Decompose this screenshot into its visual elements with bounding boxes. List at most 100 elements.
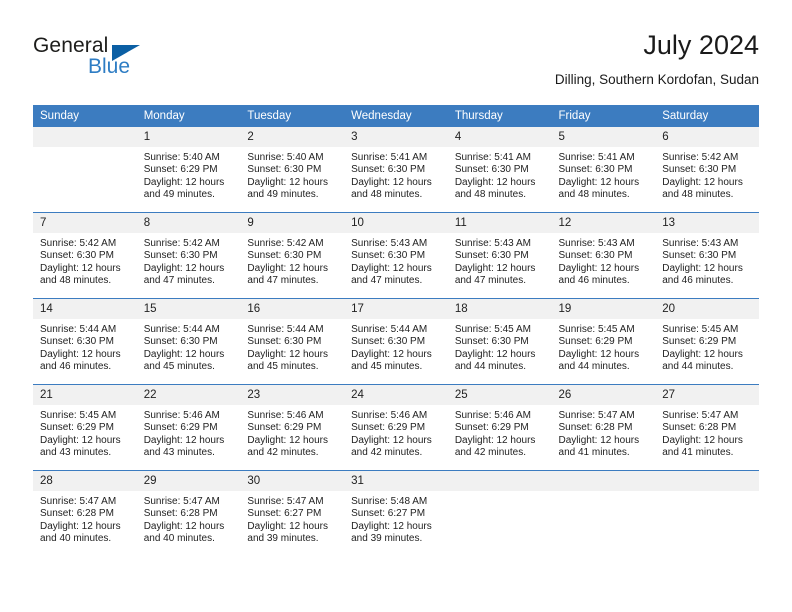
day-details: Sunrise: 5:46 AM Sunset: 6:29 PM Daylight:… <box>137 405 241 460</box>
daylight-text-line1: Daylight: 12 hours <box>351 434 432 446</box>
sunrise-text: Sunrise: 5:40 AM <box>143 152 220 163</box>
daylight-text-line2: and 40 minutes. <box>40 533 112 545</box>
day-cell-body: 16 Sunrise: 5:44 AM Sunset: 6:30 PM Dayligh… <box>240 299 345 384</box>
day-number: 5 <box>551 127 656 147</box>
daylight-text-line1: Daylight: 12 hours <box>351 262 432 274</box>
sunrise-text: Sunrise: 5:45 AM <box>454 324 531 335</box>
daylight-text-line1: Daylight: 12 hours <box>662 434 743 446</box>
daylight-text-line2: and 44 minutes. <box>558 361 630 373</box>
calendar-day-cell[interactable]: 25 Sunrise: 5:46 AM Sunset: 6:29 PM Dayligh… <box>447 384 552 471</box>
calendar-day-cell[interactable]: 1 Sunrise: 5:40 AM Sunset: 6:29 PM Daylight… <box>136 127 241 213</box>
day-number: 9 <box>240 213 345 233</box>
daylight-text-line1: Daylight: 12 hours <box>143 520 225 532</box>
daylight-text-line1: Daylight: 12 hours <box>247 434 329 446</box>
calendar-day-cell[interactable]: 16 Sunrise: 5:44 AM Sunset: 6:30 PM Dayligh… <box>240 298 345 385</box>
day-cell-body: 22 Sunrise: 5:46 AM Sunset: 6:29 PM Dayligh… <box>136 385 241 470</box>
day-cell-body: 19 Sunrise: 5:45 AM Sunset: 6:29 PM Dayligh… <box>551 299 656 384</box>
day-number: 19 <box>551 299 656 319</box>
calendar-day-cell[interactable]: 31 Sunrise: 5:48 AM Sunset: 6:27 PM Dayligh… <box>344 470 448 556</box>
calendar-day-cell[interactable]: 3 Sunrise: 5:41 AM Sunset: 6:30 PM Daylight… <box>344 127 448 213</box>
sunrise-text: Sunrise: 5:45 AM <box>662 324 739 335</box>
daylight-text-line2: and 45 minutes. <box>351 361 423 373</box>
calendar-day-cell[interactable]: 7 Sunrise: 5:42 AM Sunset: 6:30 PM Daylight… <box>33 212 137 299</box>
day-number: 13 <box>655 213 759 233</box>
daylight-text-line2: and 46 minutes. <box>40 361 112 373</box>
day-number: 25 <box>447 385 552 405</box>
daylight-text-line2: and 39 minutes. <box>351 533 423 545</box>
calendar-day-cell[interactable]: 27 Sunrise: 5:47 AM Sunset: 6:28 PM Dayligh… <box>655 384 759 471</box>
calendar-day-cell[interactable]: 9 Sunrise: 5:42 AM Sunset: 6:30 PM Daylight… <box>240 212 345 299</box>
calendar-day-cell[interactable]: 18 Sunrise: 5:45 AM Sunset: 6:30 PM Dayligh… <box>447 298 552 385</box>
calendar-day-cell[interactable]: 6 Sunrise: 5:42 AM Sunset: 6:30 PM Daylight… <box>655 127 759 213</box>
day-details: Sunrise: 5:45 AM Sunset: 6:29 PM Daylight:… <box>655 319 759 374</box>
daylight-text-line1: Daylight: 12 hours <box>143 348 225 360</box>
brand-logo[interactable]: General Blue <box>33 34 163 86</box>
sunset-text: Sunset: 6:30 PM <box>247 164 322 176</box>
day-number: 27 <box>655 385 759 405</box>
day-details: Sunrise: 5:46 AM Sunset: 6:29 PM Daylight:… <box>344 405 448 460</box>
daylight-text-line2: and 40 minutes. <box>143 533 215 545</box>
calendar-day-cell[interactable]: 24 Sunrise: 5:46 AM Sunset: 6:29 PM Dayligh… <box>344 384 448 471</box>
sunset-text: Sunset: 6:30 PM <box>351 336 426 348</box>
calendar-day-cell[interactable]: 5 Sunrise: 5:41 AM Sunset: 6:30 PM Daylight… <box>551 127 656 213</box>
calendar-day-cell[interactable]: 17 Sunrise: 5:44 AM Sunset: 6:30 PM Dayligh… <box>344 298 448 385</box>
day-number: 7 <box>33 213 137 233</box>
day-details: Sunrise: 5:44 AM Sunset: 6:30 PM Daylight:… <box>137 319 241 374</box>
calendar-day-cell[interactable]: 20 Sunrise: 5:45 AM Sunset: 6:29 PM Dayligh… <box>655 298 759 385</box>
calendar-day-cell[interactable]: 8 Sunrise: 5:42 AM Sunset: 6:30 PM Daylight… <box>136 212 241 299</box>
daylight-text-line2: and 43 minutes. <box>40 447 112 459</box>
calendar-day-cell[interactable]: 23 Sunrise: 5:46 AM Sunset: 6:29 PM Dayligh… <box>240 384 345 471</box>
day-cell-body: 5 Sunrise: 5:41 AM Sunset: 6:30 PM Daylight… <box>551 127 656 212</box>
daylight-text-line1: Daylight: 12 hours <box>351 348 432 360</box>
day-cell-body: 2 Sunrise: 5:40 AM Sunset: 6:30 PM Daylight… <box>240 127 345 212</box>
sunset-text: Sunset: 6:28 PM <box>40 508 114 520</box>
page-header: General Blue July 2024 Dilling, Southern… <box>33 28 759 98</box>
sunrise-text: Sunrise: 5:47 AM <box>40 496 117 507</box>
day-details <box>33 147 137 152</box>
calendar-day-cell[interactable]: 30 Sunrise: 5:47 AM Sunset: 6:27 PM Dayligh… <box>240 470 345 556</box>
calendar-day-cell[interactable]: 4 Sunrise: 5:41 AM Sunset: 6:30 PM Daylight… <box>447 127 552 213</box>
calendar-day-cell[interactable]: 10 Sunrise: 5:43 AM Sunset: 6:30 PM Dayligh… <box>344 212 448 299</box>
day-details: Sunrise: 5:47 AM Sunset: 6:28 PM Daylight:… <box>655 405 759 460</box>
day-cell-body: 29 Sunrise: 5:47 AM Sunset: 6:28 PM Dayligh… <box>136 471 241 556</box>
day-number: 10 <box>344 213 448 233</box>
daylight-text-line2: and 46 minutes. <box>558 275 630 287</box>
sunset-text: Sunset: 6:30 PM <box>351 164 426 176</box>
day-cell-body: 24 Sunrise: 5:46 AM Sunset: 6:29 PM Dayligh… <box>344 385 448 470</box>
calendar-day-cell[interactable]: 2 Sunrise: 5:40 AM Sunset: 6:30 PM Daylight… <box>240 127 345 213</box>
day-details: Sunrise: 5:42 AM Sunset: 6:30 PM Daylight:… <box>137 233 241 288</box>
day-number: 21 <box>33 385 137 405</box>
calendar-day-cell[interactable]: 13 Sunrise: 5:43 AM Sunset: 6:30 PM Dayligh… <box>655 212 759 299</box>
daylight-text-line2: and 44 minutes. <box>662 361 734 373</box>
calendar-day-cell[interactable]: 12 Sunrise: 5:43 AM Sunset: 6:30 PM Dayligh… <box>551 212 656 299</box>
day-details: Sunrise: 5:44 AM Sunset: 6:30 PM Daylight:… <box>240 319 344 374</box>
calendar-day-cell[interactable]: 15 Sunrise: 5:44 AM Sunset: 6:30 PM Dayligh… <box>136 298 241 385</box>
calendar-day-cell[interactable]: 28 Sunrise: 5:47 AM Sunset: 6:28 PM Dayligh… <box>33 470 137 556</box>
day-details: Sunrise: 5:47 AM Sunset: 6:28 PM Daylight:… <box>33 491 137 546</box>
calendar-day-cell[interactable]: 21 Sunrise: 5:45 AM Sunset: 6:29 PM Dayligh… <box>33 384 137 471</box>
day-number <box>655 471 759 491</box>
sunrise-text: Sunrise: 5:46 AM <box>247 410 324 421</box>
calendar-day-cell[interactable]: 22 Sunrise: 5:46 AM Sunset: 6:29 PM Dayligh… <box>136 384 241 471</box>
calendar-day-cell[interactable]: 26 Sunrise: 5:47 AM Sunset: 6:28 PM Dayligh… <box>551 384 656 471</box>
day-cell-body: 20 Sunrise: 5:45 AM Sunset: 6:29 PM Dayligh… <box>655 299 759 384</box>
daylight-text-line1: Daylight: 12 hours <box>662 348 743 360</box>
sunset-text: Sunset: 6:29 PM <box>40 422 114 434</box>
day-cell-body: 30 Sunrise: 5:47 AM Sunset: 6:27 PM Dayligh… <box>240 471 345 556</box>
calendar-day-cell[interactable]: 19 Sunrise: 5:45 AM Sunset: 6:29 PM Dayligh… <box>551 298 656 385</box>
calendar-day-cell[interactable]: 14 Sunrise: 5:44 AM Sunset: 6:30 PM Dayligh… <box>33 298 137 385</box>
calendar-day-cell[interactable]: 29 Sunrise: 5:47 AM Sunset: 6:28 PM Dayligh… <box>136 470 241 556</box>
daylight-text-line2: and 43 minutes. <box>143 447 215 459</box>
day-cell-body: 10 Sunrise: 5:43 AM Sunset: 6:30 PM Dayligh… <box>344 213 448 298</box>
weekday-header-thursday: Thursday <box>447 105 552 127</box>
daylight-text-line1: Daylight: 12 hours <box>40 434 121 446</box>
calendar-day-cell[interactable]: 11 Sunrise: 5:43 AM Sunset: 6:30 PM Dayligh… <box>447 212 552 299</box>
daylight-text-line1: Daylight: 12 hours <box>662 176 743 188</box>
sunrise-text: Sunrise: 5:40 AM <box>247 152 324 163</box>
sunset-text: Sunset: 6:30 PM <box>454 336 529 348</box>
sunset-text: Sunset: 6:29 PM <box>143 164 218 176</box>
day-cell-body: 11 Sunrise: 5:43 AM Sunset: 6:30 PM Dayligh… <box>447 213 552 298</box>
sunset-text: Sunset: 6:29 PM <box>662 336 737 348</box>
sunrise-text: Sunrise: 5:47 AM <box>247 496 324 507</box>
weekday-header-saturday: Saturday <box>655 105 759 127</box>
